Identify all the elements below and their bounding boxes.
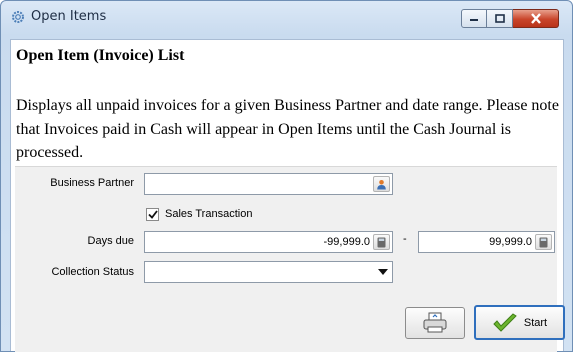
- calculator-icon: [539, 237, 548, 247]
- gear-icon: [12, 11, 24, 23]
- collection-status-label: Collection Status: [51, 266, 134, 278]
- days-due-to-calculator-button[interactable]: [535, 234, 552, 250]
- page-description: Displays all unpaid invoices for a given…: [16, 97, 559, 161]
- sales-transaction-checkbox[interactable]: [146, 208, 159, 221]
- window-title: Open Items: [31, 9, 107, 24]
- minimize-button[interactable]: [461, 9, 487, 28]
- start-button-label: Start: [523, 316, 548, 329]
- business-partner-label: Business Partner: [50, 177, 134, 189]
- start-button[interactable]: Start: [474, 305, 565, 340]
- checkmark-icon: [147, 210, 158, 219]
- maximize-button[interactable]: [487, 9, 513, 28]
- status-bar: [15, 340, 557, 352]
- days-due-from-calculator-button[interactable]: [373, 234, 390, 250]
- calculator-icon: [377, 237, 386, 247]
- maximize-icon: [494, 14, 505, 23]
- chevron-down-icon: [378, 269, 388, 275]
- collection-status-select[interactable]: [144, 261, 393, 283]
- days-due-from-field[interactable]: -99,999.0: [144, 231, 393, 253]
- title-bar[interactable]: Open Items: [1, 1, 572, 33]
- days-due-separator: -: [403, 233, 407, 245]
- close-button[interactable]: [513, 9, 559, 28]
- person-icon: [377, 179, 386, 189]
- printer-icon: [423, 312, 447, 333]
- days-due-from-value: -99,999.0: [323, 236, 370, 248]
- days-due-label: Days due: [87, 235, 134, 247]
- business-partner-lookup-button[interactable]: [373, 176, 390, 192]
- days-due-to-value: 99,999.0: [489, 236, 532, 248]
- page-title: Open Item (Invoice) List: [16, 47, 185, 64]
- checkmark-icon: [493, 312, 517, 332]
- business-partner-field[interactable]: [144, 173, 393, 195]
- print-button[interactable]: [405, 307, 465, 339]
- close-icon: [530, 13, 541, 24]
- sales-transaction-label: Sales Transaction: [165, 208, 253, 220]
- days-due-to-field[interactable]: 99,999.0: [418, 231, 555, 253]
- minimize-icon: [470, 18, 478, 21]
